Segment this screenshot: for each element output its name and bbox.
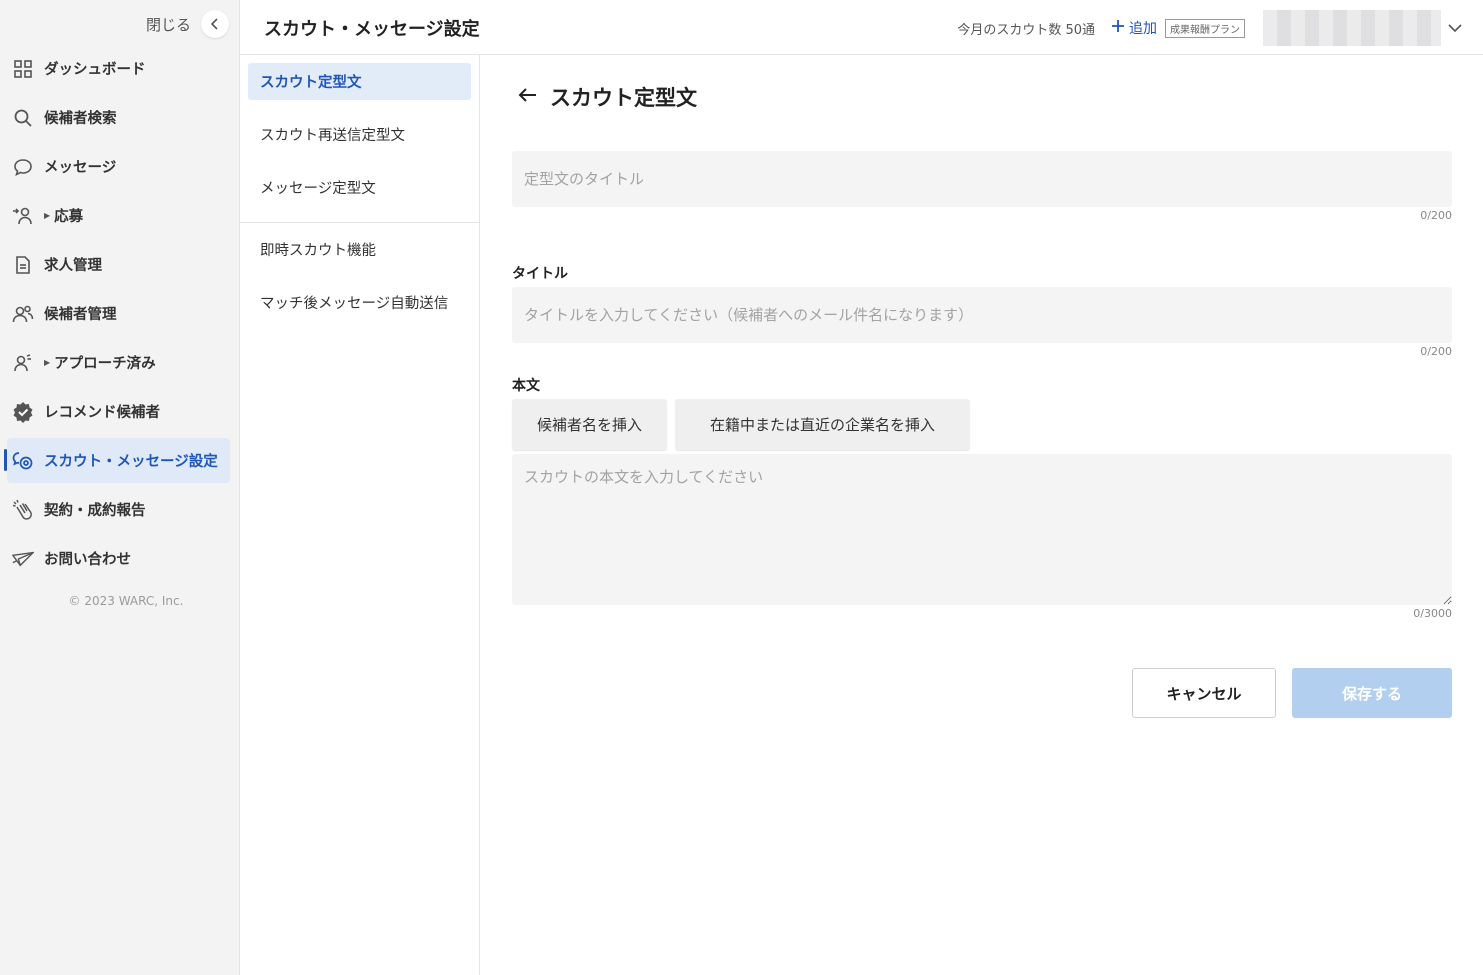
insert-candidate-name-button[interactable]: 候補者名を挿入 [512,399,667,450]
sidebar-item-label: 候補者検索 [44,111,117,127]
sidebar-item-label: 候補者管理 [44,307,117,323]
back-row: スカウト定型文 [518,82,697,112]
insert-company-name-button[interactable]: 在籍中または直近の企業名を挿入 [675,399,970,450]
sidebar-item-label: メッセージ [44,160,117,176]
sidebar-item-label: アプローチ済み [54,356,156,372]
caret-right-icon: ▶ [44,358,51,367]
close-label: 閉じる [145,15,191,34]
caret-right-icon: ▶ [44,211,51,220]
sidebar-item-applications[interactable]: ▶ 応募 [7,193,230,238]
plus-icon [1111,19,1125,37]
sidebar-item-label: レコメンド候補者 [44,405,160,421]
chevron-left-icon[interactable] [201,10,229,38]
sidebar-item-dashboard[interactable]: ダッシュボード [7,46,230,91]
subnav-item-scout-resend-template[interactable]: スカウト再送信定型文 [248,116,471,153]
title-label: タイトル [512,266,568,282]
sidebar-item-label: ダッシュボード [44,62,146,78]
form-heading: スカウト定型文 [550,86,697,110]
template-title-counter: 0/200 [1420,209,1452,222]
add-scout-link[interactable]: 追加 [1111,18,1157,38]
chevron-down-icon[interactable] [1447,20,1463,36]
clap-icon [12,499,34,521]
person-signal-icon [12,352,34,374]
sidebar-item-candidate-management[interactable]: 候補者管理 [7,291,230,336]
top-header: スカウト・メッセージ設定 今月のスカウト数 50通 追加 成果報酬プラン [240,0,1483,55]
sidebar-item-label: 求人管理 [44,258,102,274]
sidebar-item-contact[interactable]: お問い合わせ [7,536,230,581]
subnav-item-auto-message[interactable]: マッチ後メッセージ自動送信 [248,284,471,321]
scout-count: 今月のスカウト数 50通 [957,22,1095,38]
sidebar-item-job-management[interactable]: 求人管理 [7,242,230,287]
account-menu[interactable] [1263,10,1441,46]
cancel-button[interactable]: キャンセル [1132,668,1276,718]
chat-gear-icon [12,450,34,472]
header-actions: 今月のスカウト数 50通 追加 成果報酬プラン [957,10,1463,46]
sidebar-item-messages[interactable]: メッセージ [7,144,230,189]
sidebar-item-approached[interactable]: ▶ アプローチ済み [7,340,230,385]
sidebar-item-recommended[interactable]: レコメンド候補者 [7,389,230,434]
sidebar-item-label: 応募 [54,209,84,225]
title-counter: 0/200 [1420,345,1452,358]
body-label: 本文 [512,378,540,394]
grid-icon [12,58,34,80]
search-icon [12,107,34,129]
sidebar-item-label: お問い合わせ [44,552,131,568]
sidebar-close-toggle[interactable]: 閉じる [146,10,229,38]
verified-badge-icon [12,401,34,423]
subnav-item-scout-template[interactable]: スカウト定型文 [248,63,471,100]
page-title: スカウト・メッセージ設定 [264,19,480,40]
sidebar-item-scout-settings[interactable]: スカウト・メッセージ設定 [4,438,230,483]
subnav-item-message-template[interactable]: メッセージ定型文 [248,169,471,206]
subnav-item-instant-scout[interactable]: 即時スカウト機能 [248,231,471,268]
paper-plane-icon [12,548,34,570]
save-button[interactable]: 保存する [1292,668,1452,718]
people-icon [12,303,34,325]
sidebar-item-contract-report[interactable]: 契約・成約報告 [7,487,230,532]
template-form: スカウト定型文 0/200 タイトル 0/200 本文 候補者名を挿入 在籍中ま… [480,55,1483,975]
add-label: 追加 [1129,21,1157,37]
sidebar-nav: ダッシュボード 候補者検索 メッセージ ▶ 応募 求人管理 候補者管理 ▶ アプ… [0,46,240,585]
sidebar: 閉じる ダッシュボード 候補者検索 メッセージ ▶ 応募 求人管理 候補者管理 … [0,0,240,975]
sidebar-item-label: 契約・成約報告 [44,503,146,519]
settings-subnav: スカウト定型文 スカウト再送信定型文 メッセージ定型文 即時スカウト機能 マッチ… [240,55,480,975]
body-textarea[interactable] [512,454,1452,605]
plan-badge: 成果報酬プラン [1165,18,1245,38]
sidebar-item-label: スカウト・メッセージ設定 [44,454,218,470]
person-arrow-icon [12,205,34,227]
subnav-divider [240,222,479,223]
sidebar-item-candidate-search[interactable]: 候補者検索 [7,95,230,140]
body-counter: 0/3000 [1413,607,1452,620]
copyright: © 2023 WARC, Inc. [68,594,184,608]
back-arrow-icon[interactable] [518,87,538,107]
document-icon [12,254,34,276]
email-subject-input[interactable] [512,287,1452,343]
template-title-input[interactable] [512,151,1452,207]
chat-bubble-icon [12,156,34,178]
